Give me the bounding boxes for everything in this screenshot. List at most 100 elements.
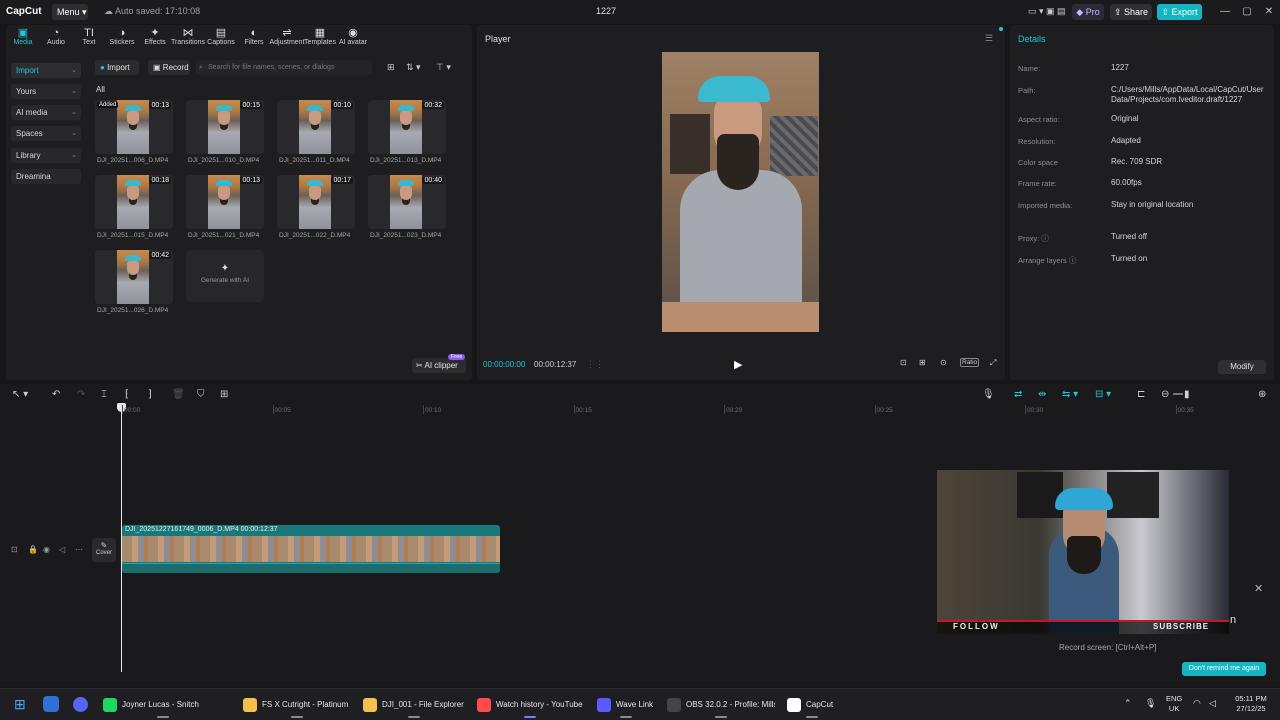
generate-with-ai-card[interactable]: ✦ Generate with AI	[186, 250, 264, 302]
pro-button[interactable]: ◆ Pro	[1072, 4, 1104, 20]
close-icon[interactable]: ✕	[1261, 4, 1277, 20]
taskbar-app-fs-x-cutright-platinum[interactable]: FS X Cutright - Platinum	[243, 696, 351, 714]
taskbar-app-joyner-lucas-snitch[interactable]: Joyner Lucas - Snitch	[103, 696, 223, 714]
nav-item-spaces[interactable]: Spaces ⌄	[11, 126, 81, 141]
crop-icon[interactable]: ⊡	[900, 358, 907, 367]
zoom-slider[interactable]	[1173, 393, 1183, 395]
split-left-icon[interactable]: ⁅	[125, 389, 129, 400]
wifi-icon[interactable]: ◠	[1193, 698, 1201, 708]
minimize-icon[interactable]: —	[1217, 4, 1233, 20]
speaker-icon[interactable]: ◁	[1209, 698, 1216, 708]
maximize-icon[interactable]: ▢	[1239, 4, 1255, 20]
search-input[interactable]: ⌕ Search for file names, scenes, or dialo…	[196, 60, 372, 75]
media-clip-card[interactable]: 00:40	[368, 175, 446, 229]
tray-mic-icon[interactable]: 🎙	[1145, 698, 1156, 708]
subscribe-banner: SUBSCRIBE	[1153, 622, 1210, 631]
split-right-icon[interactable]: ⁆	[148, 389, 152, 400]
zoom-out-icon[interactable]: ⊖	[1161, 389, 1169, 400]
taskbar-running-indicator	[524, 716, 536, 718]
media-clip-card[interactable]: 00:15	[186, 100, 264, 154]
taskbar-app-capcut[interactable]: CapCut	[787, 696, 837, 714]
clip-filename: DJI_20251...011_D.MP4	[279, 157, 350, 164]
tray-expand-icon[interactable]: ⌃	[1124, 698, 1132, 708]
share-button[interactable]: ⇪ Share	[1110, 4, 1152, 20]
taskbar-app-watch-history-youtube[interactable]: Watch history - YouTube	[477, 696, 583, 714]
taskbar-app-obs-32-0-2-profile-mills[interactable]: OBS 32.0.2 - Profile: Mills	[667, 696, 775, 714]
tool-ai-avatar[interactable]: ◉ AI avatar	[334, 27, 372, 51]
more-tools-icon[interactable]: ⊞	[220, 389, 228, 400]
video-preview[interactable]	[662, 52, 819, 332]
nav-item-import[interactable]: Import ⌄	[11, 63, 81, 78]
delete-icon[interactable]: 🗑	[172, 389, 185, 400]
link-main-icon[interactable]: ⇄	[1014, 389, 1022, 400]
clip-filename: DJI_20251...026_D.MP4	[97, 307, 169, 314]
clip-thumbnail	[117, 250, 149, 304]
marker-icon[interactable]: ⛉	[197, 389, 205, 400]
language-indicator[interactable]: ENG UK	[1166, 694, 1182, 714]
taskbar-app-dji-001-file-explorer[interactable]: DJI_001 - File Explorer	[363, 696, 465, 714]
outlook-icon[interactable]	[43, 696, 59, 712]
sort-icon[interactable]: ⇅ ▾	[406, 62, 421, 73]
lane-toggle-icon[interactable]: ⊡	[11, 545, 18, 554]
fullscreen-preview-icon[interactable]: ⊞	[919, 358, 926, 367]
clip-duration: 00:42	[149, 252, 171, 259]
nav-item-dreamina[interactable]: Dreamina	[11, 169, 81, 184]
lock-icon[interactable]: 🔒	[28, 545, 38, 554]
video-track-clip[interactable]: DJI_20251227161749_0006_D.MP4 00:00:12:3…	[122, 525, 500, 573]
app-icon	[363, 697, 377, 712]
taskbar-app-wave-link[interactable]: Wave Link	[597, 696, 655, 714]
clock[interactable]: 05:11 PM 27/12/25	[1228, 694, 1274, 714]
media-clip-card[interactable]: 00:32	[368, 100, 446, 154]
nav-item-ai-media[interactable]: AI media ⌄	[11, 105, 81, 120]
zoom-in-icon[interactable]: ⊕	[1258, 389, 1266, 400]
timeline-markers-icon[interactable]: ⋮⋮	[586, 359, 604, 370]
media-clip-card[interactable]: 00:10	[277, 100, 355, 154]
linkage-icon[interactable]: ⇆ ▾	[1062, 389, 1078, 400]
app-icon	[597, 697, 611, 712]
play-icon[interactable]: ▶	[734, 358, 742, 371]
eye-icon[interactable]: ◉	[43, 545, 50, 554]
record-button[interactable]: ▣ Record	[148, 60, 190, 75]
media-clip-card[interactable]: 00:13 Added	[95, 100, 173, 154]
expand-icon[interactable]: ⤢	[990, 358, 996, 368]
caption-icon[interactable]: ⊏	[1137, 389, 1145, 400]
app-label: Wave Link	[616, 700, 654, 709]
ratio-button[interactable]: Ratio	[960, 358, 980, 367]
windows-start-icon[interactable]: ⊞	[14, 696, 26, 713]
cover-button[interactable]: ✎ Cover	[92, 538, 116, 562]
grid-view-icon[interactable]: ⊞	[387, 62, 395, 73]
nav-item-yours[interactable]: Yours ⌄	[11, 84, 81, 99]
split-icon[interactable]: ⌶	[101, 389, 107, 400]
more-icon[interactable]: ⋯	[75, 545, 83, 554]
playhead[interactable]	[121, 404, 122, 672]
export-button[interactable]: ⇧ Export	[1157, 4, 1202, 20]
preview-axis-icon[interactable]: ⊟ ▾	[1095, 389, 1111, 400]
magnet-icon[interactable]: ⇹	[1038, 389, 1046, 400]
dont-remind-button[interactable]: Don't remind me again	[1182, 662, 1266, 676]
media-clip-card[interactable]: 00:13	[186, 175, 264, 229]
menu-button[interactable]: Menu ▾	[52, 4, 88, 20]
app-icon	[103, 697, 117, 712]
clip-duration: 00:13	[149, 102, 171, 109]
microphone-icon[interactable]: 🎙	[982, 389, 995, 400]
ai-clipper-button[interactable]: ✂ AI clipper	[412, 358, 466, 373]
zoom-handle-icon[interactable]: ▮	[1184, 389, 1190, 400]
media-clip-card[interactable]: 00:17	[277, 175, 355, 229]
toast-close-icon[interactable]: ✕	[1254, 582, 1263, 595]
filter-icon[interactable]: ⊤ ▾	[436, 62, 451, 73]
app-label: Watch history - YouTube	[496, 700, 583, 709]
layout-icon[interactable]: ▭ ▾ ▣ ▤	[1028, 6, 1066, 17]
select-tool-icon[interactable]: ↖ ▾	[12, 389, 28, 400]
volume-icon[interactable]: ◁	[59, 545, 65, 554]
player-menu-icon[interactable]: ☰	[985, 33, 993, 44]
nav-label: Import	[16, 66, 39, 75]
undo-icon[interactable]: ↶	[52, 389, 60, 400]
media-clip-card[interactable]: 00:42	[95, 250, 173, 304]
media-clip-card[interactable]: 00:18	[95, 175, 173, 229]
import-button[interactable]: ● Import	[95, 60, 139, 75]
nav-item-library[interactable]: Library ⌄	[11, 148, 81, 163]
redo-icon[interactable]: ↷	[77, 389, 85, 400]
modify-button[interactable]: Modify	[1218, 360, 1266, 374]
zoom-fit-icon[interactable]: ⊙	[940, 358, 947, 367]
discord-icon[interactable]	[73, 697, 88, 712]
